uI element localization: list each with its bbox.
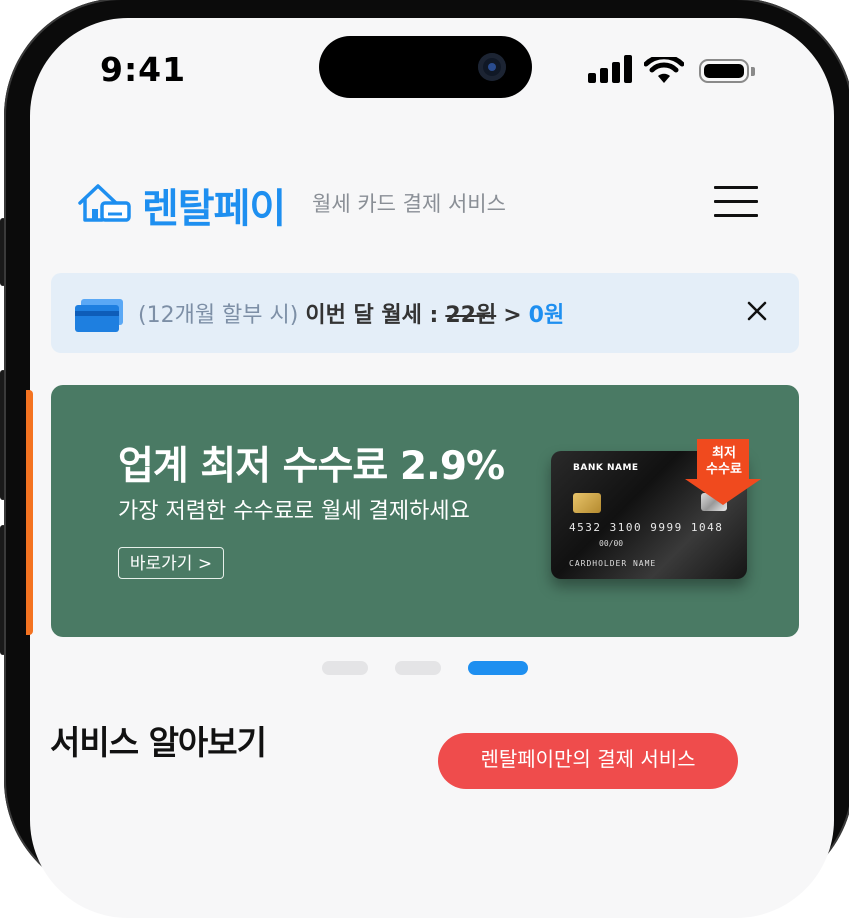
exclusive-service-pill[interactable]: 렌탈페이만의 결제 서비스: [438, 733, 738, 789]
price-arrow: >: [503, 303, 522, 328]
card-holder: CARDHOLDER NAME: [569, 559, 657, 568]
status-time: 9:41: [100, 50, 187, 89]
banner-subtitle: 가장 저렴한 수수료로 월세 결제하세요: [118, 499, 470, 524]
promo-notice[interactable]: (12개월 할부 시) 이번 달 월세 : 22원 > 0원: [51, 273, 799, 353]
battery-icon: [699, 59, 749, 83]
card-bank-name: BANK NAME: [573, 463, 639, 473]
hamburger-menu-icon[interactable]: [714, 186, 758, 218]
close-icon[interactable]: [745, 299, 769, 323]
carousel-prev-peek: [26, 390, 33, 635]
dynamic-island: [319, 36, 532, 98]
house-card-icon: [78, 184, 131, 222]
card-expiry: 00/00: [599, 539, 624, 548]
badge-text: 최저 수수료: [701, 446, 747, 478]
wifi-icon: [644, 57, 684, 83]
carousel-dot[interactable]: [322, 661, 368, 675]
badge-line2: 수수료: [706, 462, 742, 477]
banner-go-button[interactable]: 바로가기 >: [118, 547, 224, 579]
credit-card-icon: [75, 299, 123, 332]
brand-name[interactable]: 렌탈페이: [142, 176, 286, 234]
banner-title: 업계 최저 수수료 2.9%: [118, 444, 505, 489]
camera-icon: [478, 53, 506, 81]
brand-tagline: 월세 카드 결제 서비스: [312, 192, 506, 216]
section-title: 서비스 알아보기: [50, 723, 267, 762]
notice-prefix: (12개월 할부 시): [138, 303, 299, 328]
notice-label: 이번 달 월세 :: [305, 303, 439, 328]
promo-banner[interactable]: 업계 최저 수수료 2.9% 가장 저렴한 수수료로 월세 결제하세요 바로가기…: [51, 385, 799, 637]
chip-icon: [573, 493, 601, 513]
new-price: 0원: [528, 303, 565, 328]
carousel-dot[interactable]: [395, 661, 441, 675]
old-price: 22원: [445, 303, 497, 328]
badge-line1: 최저: [712, 446, 736, 461]
carousel-dot-active[interactable]: [468, 661, 528, 675]
notice-text: (12개월 할부 시) 이번 달 월세 : 22원 > 0원: [138, 297, 564, 329]
card-number: 4532 3100 9999 1048: [569, 521, 724, 534]
